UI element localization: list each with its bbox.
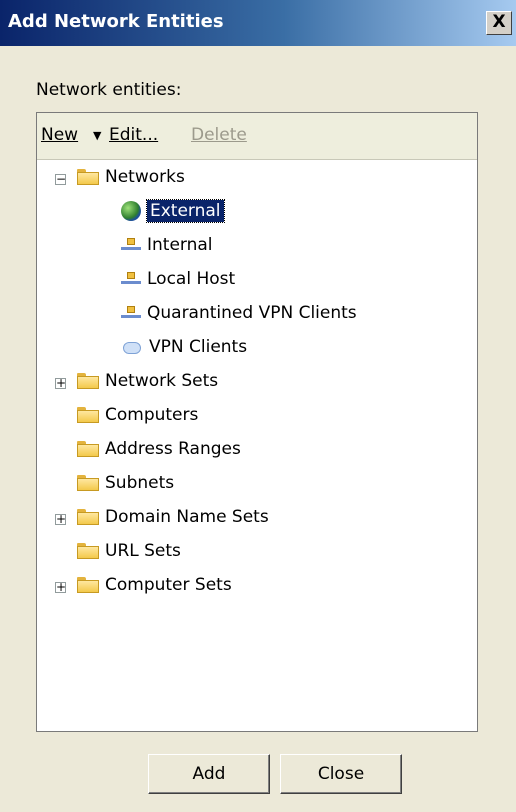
close-button[interactable]: Close [280,754,402,794]
network-icon [121,306,141,320]
tree-item-label: Computers [105,405,199,425]
expand-icon[interactable]: + [55,377,66,389]
tree-item-label: Address Ranges [105,439,241,459]
edit-button[interactable]: Edit... [109,125,158,145]
tree-item-computer-sets[interactable]: Computer Sets [77,568,232,602]
tree-item-label: Computer Sets [105,575,232,595]
tree-item-internal[interactable]: Internal [121,228,213,262]
tree-item-external[interactable]: External [121,194,225,228]
close-icon: X [492,12,506,32]
folder-icon [77,577,99,593]
tree-item-network-sets[interactable]: Network Sets [77,364,218,398]
network-entities-panel: New ▼ Edit... Delete − Networks External… [36,112,478,732]
globe-icon [121,201,141,221]
folder-icon [77,509,99,525]
tree-item-local-host[interactable]: Local Host [121,262,235,296]
tree-item-label: Network Sets [105,371,219,391]
network-icon [121,272,141,286]
tree-item-label: URL Sets [105,541,181,561]
title-bar: Add Network Entities X [0,0,516,46]
folder-icon [77,373,99,389]
folder-icon [77,475,99,491]
tree-item-label: Internal [147,235,213,255]
tree-item-address-ranges[interactable]: Address Ranges [77,432,241,466]
new-button[interactable]: New [41,125,78,145]
tree-item-label: Domain Name Sets [105,507,269,527]
tree-item-quarantined-vpn-clients[interactable]: Quarantined VPN Clients [121,296,357,330]
folder-icon [77,543,99,559]
add-button[interactable]: Add [148,754,270,794]
expand-icon[interactable]: + [55,581,66,593]
window-title: Add Network Entities [8,11,224,32]
tree-item-domain-name-sets[interactable]: Domain Name Sets [77,500,269,534]
folder-icon [77,407,99,423]
close-window-button[interactable]: X [486,11,512,35]
tree-item-label: Local Host [147,269,236,289]
network-entities-label: Network entities: [36,80,182,100]
expand-icon[interactable]: + [55,513,66,525]
dropdown-arrow-icon[interactable]: ▼ [93,129,101,142]
network-icon [121,238,141,252]
toolbar: New ▼ Edit... Delete [37,113,477,160]
tree-item-label: Subnets [105,473,175,493]
tree-item-vpn-clients[interactable]: VPN Clients [121,330,247,364]
tree-item-computers[interactable]: Computers [77,398,198,432]
open-folder-icon [77,169,99,185]
collapse-icon[interactable]: − [55,173,66,185]
tree-item-label: VPN Clients [149,337,248,357]
folder-icon [77,441,99,457]
tree-item-networks[interactable]: Networks [77,160,185,194]
tree-item-subnets[interactable]: Subnets [77,466,174,500]
delete-button[interactable]: Delete [191,125,247,145]
tree-item-label: External [146,199,225,223]
tree-item-label: Quarantined VPN Clients [147,303,357,323]
cloud-icon [121,339,143,355]
tree-item-label: Networks [105,167,185,187]
tree-item-url-sets[interactable]: URL Sets [77,534,181,568]
